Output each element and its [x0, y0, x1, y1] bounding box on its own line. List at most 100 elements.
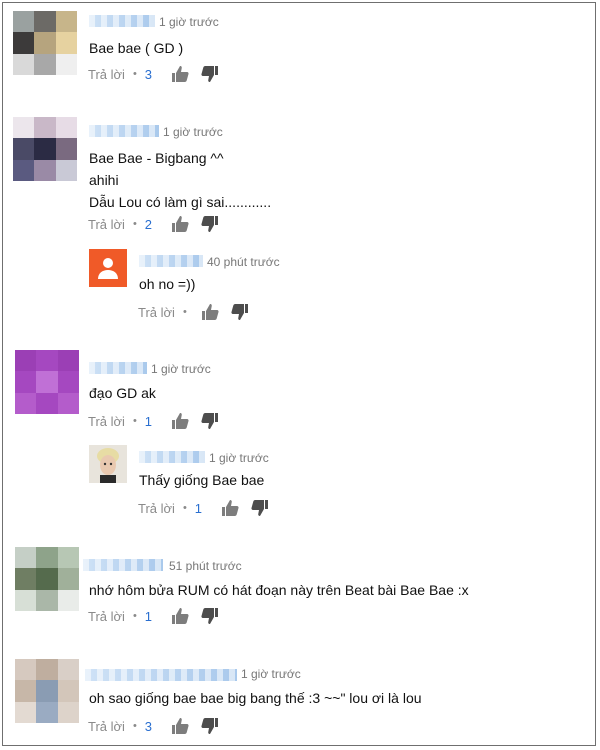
thumbs-up-icon[interactable]	[171, 215, 189, 233]
avatar[interactable]	[15, 659, 79, 723]
comment-text: oh no =))	[139, 273, 195, 295]
avatar-pixel	[36, 701, 58, 723]
comment-actions: Trả lời • 3	[88, 717, 231, 735]
avatar[interactable]	[15, 350, 79, 414]
separator-dot: •	[182, 502, 187, 514]
reply-button[interactable]: Trả lời	[88, 719, 125, 734]
comment-line: Bae Bae - Bigbang ^^	[89, 150, 224, 166]
comment: 1 giờ trước đạo GD ak Trả lời • 1	[3, 346, 597, 436]
separator-dot: •	[132, 610, 137, 622]
avatar-pixel	[15, 568, 37, 590]
comment-actions: Trả lời • 1	[88, 607, 231, 625]
comment-line: đạo GD ak	[89, 385, 156, 401]
avatar-pixel	[36, 568, 58, 590]
avatar-pixel	[13, 11, 35, 33]
timestamp[interactable]: 51 phút trước	[169, 559, 242, 573]
comment-line: ahihi	[89, 172, 119, 188]
avatar-pixel	[15, 371, 37, 393]
avatar[interactable]	[13, 117, 77, 181]
avatar-pixel	[55, 159, 77, 181]
avatar[interactable]	[15, 547, 79, 611]
thumbs-up-icon[interactable]	[171, 412, 189, 430]
thumbs-up-icon[interactable]	[201, 303, 219, 321]
timestamp[interactable]: 1 giờ trước	[163, 125, 223, 139]
avatar-pixel	[57, 659, 79, 681]
timestamp[interactable]: 40 phút trước	[207, 255, 280, 269]
like-count: 1	[144, 608, 153, 624]
avatar-pixel	[57, 680, 79, 702]
comment-actions: Trả lời •	[138, 303, 261, 321]
comment-actions: Trả lời • 1	[88, 412, 231, 430]
avatar-pixel	[36, 392, 58, 414]
avatar-pixel	[55, 11, 77, 33]
comment-actions: Trả lời • 1	[138, 499, 281, 517]
thumbs-down-icon[interactable]	[201, 412, 219, 430]
thumbs-up-icon[interactable]	[171, 65, 189, 83]
thumbs-down-icon[interactable]	[201, 607, 219, 625]
avatar-pixel	[34, 138, 56, 160]
avatar-pixel	[55, 53, 77, 75]
comment-line: oh no =))	[139, 276, 196, 292]
avatar-pixel	[13, 138, 35, 160]
separator-dot: •	[182, 306, 187, 318]
comment-line: Dẫu Lou có làm gì sai............	[89, 194, 272, 210]
thumbs-up-icon[interactable]	[221, 499, 239, 517]
avatar-pixel	[34, 11, 56, 33]
separator-dot: •	[132, 68, 137, 80]
username[interactable]	[89, 15, 155, 27]
avatar-pixel	[57, 350, 79, 372]
default-avatar-icon[interactable]	[89, 249, 127, 287]
avatar-pixel	[57, 392, 79, 414]
avatar-pixel	[15, 589, 37, 611]
comment-line: Bae bae ( GD )	[89, 40, 184, 56]
thumbs-down-icon[interactable]	[231, 303, 249, 321]
comment-text: oh sao giống bae bae big bang thế :3 ~~"…	[89, 687, 422, 709]
reply-button[interactable]: Trả lời	[88, 609, 125, 624]
comments-panel: 1 giờ trước Bae bae ( GD ) Trả lời • 3 1…	[2, 2, 596, 746]
avatar-pixel	[36, 371, 58, 393]
thumbs-up-icon[interactable]	[171, 717, 189, 735]
avatar[interactable]	[89, 445, 127, 483]
separator-dot: •	[132, 415, 137, 427]
avatar-pixel	[34, 159, 56, 181]
comment: 1 giờ trước Bae Bae - Bigbang ^^ ahihi D…	[3, 113, 597, 233]
reply-button[interactable]: Trả lời	[88, 67, 125, 82]
comment-text: đạo GD ak	[89, 382, 156, 404]
thumbs-down-icon[interactable]	[251, 499, 269, 517]
reply-button[interactable]: Trả lời	[138, 501, 175, 516]
timestamp[interactable]: 1 giờ trước	[209, 451, 269, 465]
timestamp[interactable]: 1 giờ trước	[159, 15, 219, 29]
thumbs-down-icon[interactable]	[201, 215, 219, 233]
reply-button[interactable]: Trả lời	[138, 305, 175, 320]
username[interactable]	[139, 255, 203, 267]
separator-dot: •	[132, 218, 137, 230]
avatar-pixel	[34, 117, 56, 139]
avatar-pixel	[36, 547, 58, 569]
thumbs-down-icon[interactable]	[201, 717, 219, 735]
reply-comment: 40 phút trước oh no =)) Trả lời •	[3, 243, 597, 323]
avatar-pixel	[34, 53, 56, 75]
thumbs-up-icon[interactable]	[171, 607, 189, 625]
reply-button[interactable]: Trả lời	[88, 414, 125, 429]
username[interactable]	[89, 362, 147, 374]
username[interactable]	[83, 559, 163, 571]
username[interactable]	[85, 669, 237, 681]
avatar-pixel	[36, 680, 58, 702]
comment-text: Thấy giống Bae bae	[139, 469, 264, 491]
comment-line: Thấy giống Bae bae	[139, 472, 265, 488]
avatar-pixel	[15, 680, 37, 702]
like-count: 3	[144, 66, 153, 82]
username[interactable]	[139, 451, 205, 463]
reply-button[interactable]: Trả lời	[88, 217, 125, 232]
timestamp[interactable]: 1 giờ trước	[241, 667, 301, 681]
comment: 51 phút trước nhớ hôm bửa RUM có hát đoạ…	[3, 543, 597, 638]
like-count: 1	[194, 500, 203, 516]
avatar-pixel	[15, 547, 37, 569]
avatar[interactable]	[13, 11, 77, 75]
like-count: 3	[144, 718, 153, 734]
avatar-pixel	[55, 138, 77, 160]
timestamp[interactable]: 1 giờ trước	[151, 362, 211, 376]
thumbs-down-icon[interactable]	[201, 65, 219, 83]
comment-line: oh sao giống bae bae big bang thế :3 ~~"…	[89, 690, 422, 706]
username[interactable]	[89, 125, 159, 137]
